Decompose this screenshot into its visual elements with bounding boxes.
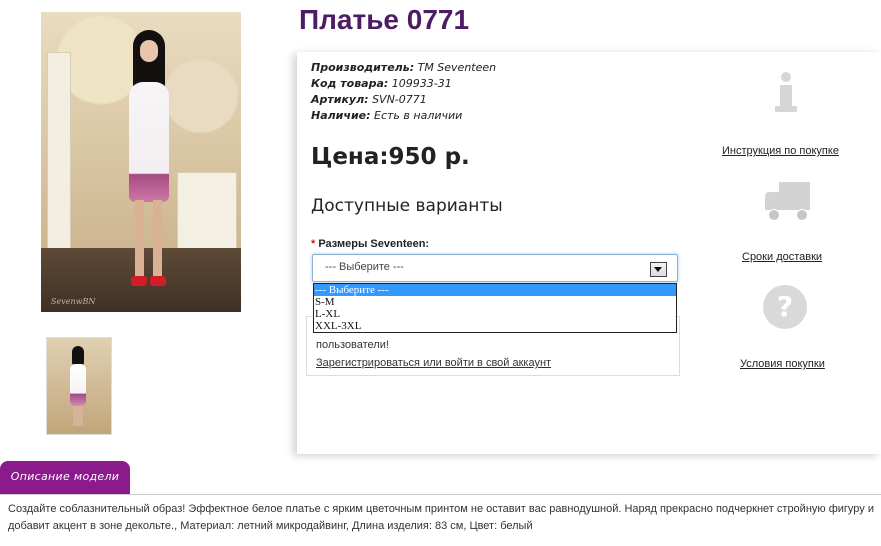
purchase-conditions-link[interactable]: Условия покупки (740, 358, 825, 370)
availability-value: Есть в наличии (374, 109, 463, 122)
sku-value: SVN-0771 (372, 93, 427, 106)
page-title: Платье 0771 (299, 4, 470, 35)
product-code-label: Код товара: (311, 77, 389, 90)
truck-wheel (796, 209, 808, 221)
product-thumbnail[interactable] (46, 337, 112, 435)
product-description: Создайте соблазнительный образ! Эффектно… (8, 503, 874, 532)
model-shoe (150, 276, 166, 286)
model-face (140, 40, 158, 62)
availability-row: Наличие: Есть в наличии (311, 108, 496, 124)
register-login-link[interactable]: Зарегистрироваться или войти в свой акка… (316, 357, 551, 369)
manufacturer-row: Производитель: TM Seventeen (311, 60, 496, 76)
size-option[interactable]: --- Выберите --- (314, 284, 676, 296)
thumbnail-model (69, 346, 87, 428)
variants-heading: Доступные варианты (311, 196, 503, 216)
manufacturer-value: TM Seventeen (417, 61, 497, 74)
purchase-instruction-link[interactable]: Инструкция по покупке (722, 145, 839, 157)
size-select-value: --- Выберите --- (325, 261, 404, 273)
sku-label: Артикул: (311, 93, 369, 106)
product-main-photo[interactable]: SevenwBN (41, 12, 241, 312)
thumbnail-dress (70, 364, 86, 406)
manufacturer-label: Производитель: (311, 61, 415, 74)
size-option[interactable]: S-M (314, 296, 676, 308)
truck-icon (763, 182, 811, 221)
purchase-instruction-link-wrap: Инструкция по покупке (722, 145, 839, 157)
truck-cab (765, 192, 781, 210)
question-icon: ? (763, 285, 807, 329)
size-option[interactable]: XXL-3XL (314, 320, 676, 332)
photo-pillar (47, 52, 71, 264)
product-code-row: Код товара: 109933-31 (311, 76, 496, 92)
size-dropdown-list: --- Выберите --- S-M L-XL XXL-3XL (313, 283, 677, 333)
photo-signature: SevenwBN (51, 297, 96, 306)
description-divider (0, 494, 881, 495)
delivery-terms-link[interactable]: Сроки доставки (742, 251, 822, 263)
tab-description[interactable]: Описание модели (0, 461, 130, 494)
login-message: пользователи! (316, 339, 389, 351)
photo-model (125, 30, 173, 290)
size-select[interactable]: --- Выберите --- (312, 254, 678, 282)
required-star: * (311, 238, 316, 250)
info-icon-dot (781, 72, 791, 82)
model-dress (129, 82, 169, 202)
availability-label: Наличие: (311, 109, 371, 122)
delivery-terms-link-wrap: Сроки доставки (742, 251, 822, 263)
info-icon-base (775, 106, 797, 112)
purchase-conditions-link-wrap: Условия покупки (740, 358, 825, 370)
dropdown-arrow-icon[interactable] (650, 262, 667, 277)
model-leg (135, 200, 144, 278)
truck-box (779, 182, 810, 210)
model-shoe (131, 276, 147, 286)
product-code-value: 109933-31 (391, 77, 452, 90)
sku-row: Артикул: SVN-0771 (311, 92, 496, 108)
info-icon (775, 72, 797, 114)
size-option[interactable]: L-XL (314, 308, 676, 320)
model-leg (153, 200, 162, 278)
product-meta: Производитель: TM Seventeen Код товара: … (311, 60, 496, 124)
size-label: * Размеры Seventeen: (311, 238, 429, 250)
product-price: Цена:950 р. (311, 144, 470, 170)
thumbnail-legs (73, 406, 83, 426)
size-label-text: Размеры Seventeen: (318, 238, 430, 250)
truck-wheel (768, 209, 780, 221)
